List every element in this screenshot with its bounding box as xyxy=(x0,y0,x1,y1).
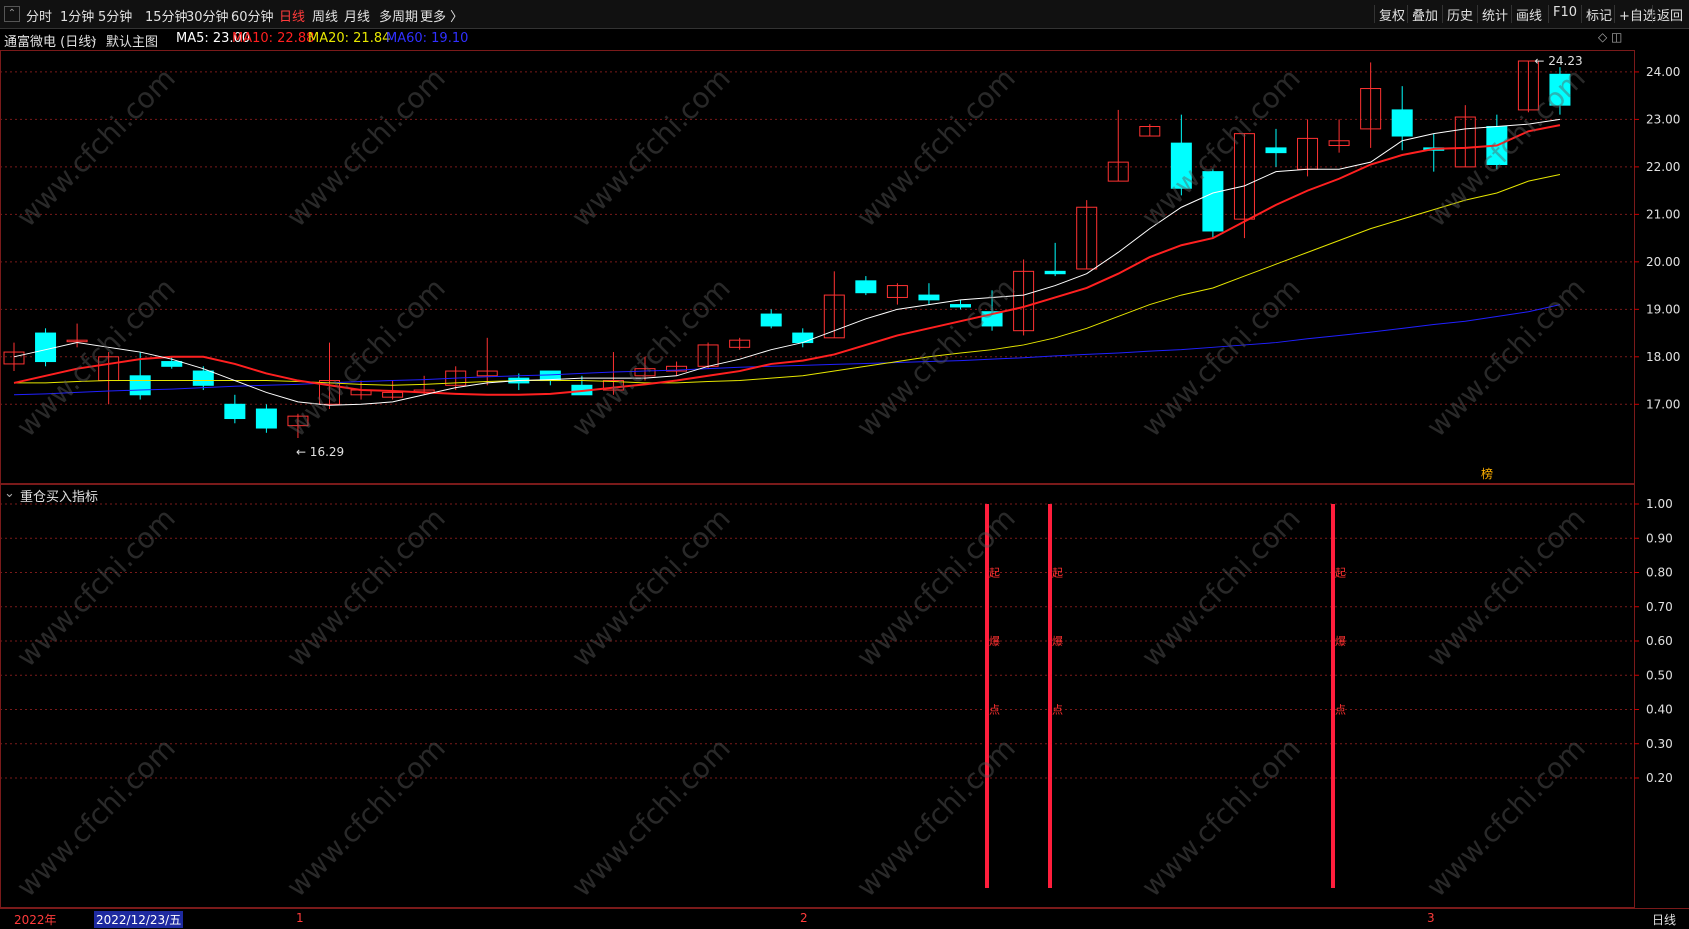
candle-down xyxy=(1170,142,1192,189)
signal-text: 起 xyxy=(989,567,1000,580)
candle-down xyxy=(192,370,214,386)
stock-name: 通富微电 (日线) xyxy=(4,35,97,50)
signal-text: 起 xyxy=(1052,567,1063,580)
candle-down xyxy=(792,332,814,344)
signal-text: 点 xyxy=(1335,704,1346,717)
y-tick-label: 22.00 xyxy=(1646,160,1680,174)
candle-down xyxy=(255,408,277,429)
period-tab-5[interactable]: 60分钟 xyxy=(231,6,274,25)
indicator-plot-border xyxy=(0,484,1635,908)
toolbar-button-5[interactable]: F10 xyxy=(1548,5,1581,23)
y-tick-label: 0.40 xyxy=(1646,703,1673,717)
toolbar-button-8[interactable]: 返回 xyxy=(1652,5,1687,24)
candle-down xyxy=(1044,270,1066,275)
month-label-3: 3 xyxy=(1427,911,1435,925)
period-tab-0[interactable]: 分时 xyxy=(26,6,52,25)
toolbar-button-4[interactable]: 画线 xyxy=(1511,5,1546,24)
signal-text: 点 xyxy=(1052,704,1063,717)
chevron-down-icon[interactable]: ⌄ xyxy=(88,31,99,46)
cursor-date: 2022/12/23/五 xyxy=(94,911,184,928)
candle-down xyxy=(918,294,940,301)
signal-text: 点 xyxy=(989,704,1000,717)
ma60-line xyxy=(13,304,1561,396)
year-label: 2022年 xyxy=(14,913,57,927)
main-plot-border xyxy=(0,50,1635,484)
main-price-chart[interactable]: 24.00 23.00 22.00 21.00 20.00 19.00 18.00 17.00… xyxy=(0,50,1689,484)
date-axis-bar: 2022年 2022/12/23/五 1 2 3 日线 xyxy=(0,908,1689,929)
ma10-label: MA10: 22.88 xyxy=(232,31,315,46)
indicator-chart[interactable]: 1.00 0.90 0.80 0.70 0.60 0.50 0.40 0.30 0.20 起爆点 起… xyxy=(0,484,1689,908)
candle-down xyxy=(1391,109,1413,137)
candle-down xyxy=(224,403,246,420)
period-tab-4[interactable]: 30分钟 xyxy=(186,6,229,25)
signal-bar xyxy=(985,504,989,888)
y-tick-label: 1.00 xyxy=(1646,497,1673,511)
y-tick-label: 19.00 xyxy=(1646,302,1680,316)
signal-text: 爆 xyxy=(1052,634,1063,648)
period-tab-1[interactable]: 1分钟 xyxy=(60,6,94,25)
panel-options-icon[interactable]: ◇ ◫ xyxy=(1598,30,1622,44)
period-tab-10[interactable]: 更多 〉 xyxy=(420,6,463,25)
candle-down xyxy=(855,280,877,294)
y-tick-label: 17.00 xyxy=(1646,397,1680,411)
y-tick-label: 0.80 xyxy=(1646,566,1673,580)
period-tab-3[interactable]: 15分钟 xyxy=(145,6,188,25)
high-price-label: ← 24.23 xyxy=(1534,54,1582,68)
signal-text: 爆 xyxy=(1335,634,1346,648)
y-tick-label: 0.60 xyxy=(1646,634,1673,648)
y-tick-label: 24.00 xyxy=(1646,65,1680,79)
low-price-label: ← 16.29 xyxy=(296,445,344,459)
y-tick-label: 21.00 xyxy=(1646,207,1680,221)
y-tick-label: 0.50 xyxy=(1646,668,1673,682)
signal-text: 起 xyxy=(1335,567,1346,580)
period-toolbar: ⌃ 分时 1分钟 5分钟 15分钟 30分钟 60分钟 日线 周线 月线 多周期 更多 〉 复权 叠加… xyxy=(0,0,1689,29)
toolbar-button-6[interactable]: 标记 xyxy=(1581,5,1616,24)
toolbar-button-3[interactable]: 统计 xyxy=(1477,5,1512,24)
period-tab-2[interactable]: 5分钟 xyxy=(98,6,132,25)
candle-down xyxy=(1549,73,1571,106)
period-tab-7[interactable]: 周线 xyxy=(312,6,338,25)
month-label-1: 1 xyxy=(296,911,304,925)
ma20-line xyxy=(14,173,1561,386)
candle-down xyxy=(950,304,971,308)
signal-bar xyxy=(1331,504,1335,888)
y-tick-label: 18.00 xyxy=(1646,350,1680,364)
signal-bar xyxy=(1048,504,1052,888)
candle-down xyxy=(35,332,57,363)
y-tick-label: 0.70 xyxy=(1646,600,1673,614)
y-tick-label: 0.90 xyxy=(1646,531,1673,545)
candle-down xyxy=(760,313,782,327)
main-chart-infobar: 通富微电 (日线) ⌄ 默认主图 MA5: 23.00 MA10: 22.88 … xyxy=(0,28,1689,50)
y-tick-label: 0.30 xyxy=(1646,737,1673,751)
ranking-badge: 榜 xyxy=(1481,466,1493,481)
ma10-line xyxy=(13,124,1561,396)
panel-toggle-icon[interactable]: ⌃ xyxy=(4,6,20,22)
template-selector[interactable]: 默认主图 xyxy=(106,31,158,50)
toolbar-button-2[interactable]: 历史 xyxy=(1442,5,1477,24)
period-tab-6[interactable]: 日线 xyxy=(279,6,305,25)
y-tick-label: 0.20 xyxy=(1646,771,1673,785)
y-tick-label: 23.00 xyxy=(1646,112,1680,126)
y-tick-label: 20.00 xyxy=(1646,255,1680,269)
toolbar-button-0[interactable]: 复权 xyxy=(1374,5,1409,24)
ma60-label: MA60: 19.10 xyxy=(386,31,469,46)
period-label[interactable]: 日线 xyxy=(1652,911,1676,928)
candle-down xyxy=(1265,147,1287,154)
ma20-label: MA20: 21.84 xyxy=(308,31,391,46)
month-label-2: 2 xyxy=(800,911,808,925)
candle-down xyxy=(1202,171,1224,232)
toolbar-button-1[interactable]: 叠加 xyxy=(1407,5,1442,24)
period-tab-8[interactable]: 月线 xyxy=(344,6,370,25)
period-tab-9[interactable]: 多周期 xyxy=(379,6,418,25)
candle-down xyxy=(161,361,183,367)
signal-text: 爆 xyxy=(989,634,1000,648)
candle-down xyxy=(129,375,151,396)
